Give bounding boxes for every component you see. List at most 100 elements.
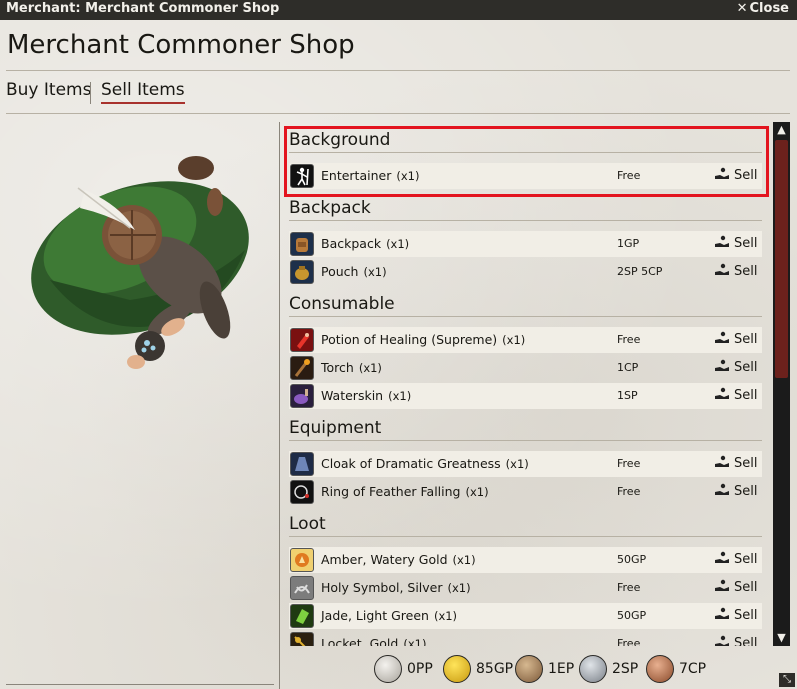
section-title: Consumable <box>289 294 395 314</box>
item-name: Locket, Gold (x1) <box>321 636 427 646</box>
sell-label: Sell <box>734 360 758 375</box>
currency-value: 85GP <box>476 661 514 677</box>
hand-coin-icon <box>715 579 729 591</box>
item-price: Free <box>617 581 641 594</box>
section-header-loot: Loot <box>289 510 762 537</box>
sell-button[interactable]: Sell <box>714 387 757 403</box>
item-name: Potion of Healing (Supreme) (x1) <box>321 332 526 347</box>
gold-coin-icon <box>443 655 471 683</box>
divider <box>6 684 274 685</box>
sell-label: Sell <box>734 552 758 567</box>
shop-title: Merchant Commoner Shop <box>7 30 355 60</box>
section-title: Loot <box>289 514 326 534</box>
electrum-coin-icon <box>515 655 543 683</box>
item-price: 1GP <box>617 237 640 250</box>
sell-button[interactable]: Sell <box>714 167 757 183</box>
divider <box>6 70 790 71</box>
item-price: Free <box>617 169 641 182</box>
close-icon: ✕ <box>736 1 748 16</box>
hand-coin-icon <box>715 455 729 467</box>
section-title: Backpack <box>289 198 371 218</box>
item-row-cloak[interactable]: Cloak of Dramatic Greatness (x1) Free Sel… <box>289 451 762 477</box>
copper-coin-icon <box>646 655 674 683</box>
hand-coin-icon <box>715 635 729 646</box>
item-row-locket[interactable]: Locket, Gold (x1) Free Sell <box>289 631 762 646</box>
item-price: Free <box>617 637 641 646</box>
locket-icon <box>290 632 314 646</box>
item-row-pouch[interactable]: Pouch (x1) 2SP 5CP Sell <box>289 259 762 285</box>
scroll-down-arrow-icon[interactable]: ▼ <box>773 630 790 646</box>
section-header-consumable: Consumable <box>289 290 762 317</box>
section-header-background: Background <box>289 126 762 153</box>
sell-button[interactable]: Sell <box>714 263 757 279</box>
sell-label: Sell <box>734 484 758 499</box>
sell-button[interactable]: Sell <box>714 331 757 347</box>
panel-divider <box>279 122 280 689</box>
sell-button[interactable]: Sell <box>714 551 757 567</box>
currency-value: 7CP <box>679 661 707 677</box>
item-row-waterskin[interactable]: Waterskin (x1) 1SP Sell <box>289 383 762 409</box>
sell-button[interactable]: Sell <box>714 235 757 251</box>
sell-label: Sell <box>734 580 758 595</box>
entertainer-icon <box>290 164 314 188</box>
item-row-ring[interactable]: Ring of Feather Falling (x1) Free Sell <box>289 479 762 505</box>
scrollbar-thumb[interactable] <box>775 140 788 378</box>
waterskin-icon <box>290 384 314 408</box>
hand-coin-icon <box>715 607 729 619</box>
item-price: 1CP <box>617 361 639 374</box>
item-name: Ring of Feather Falling (x1) <box>321 484 489 499</box>
section-header-backpack: Backpack <box>289 194 762 221</box>
window-titlebar: Merchant: Merchant Commoner Shop ✕ Close <box>0 0 797 20</box>
item-row-holy-symbol[interactable]: Holy Symbol, Silver (x1) Free Sell <box>289 575 762 601</box>
tab-buy-items[interactable]: Buy Items <box>6 80 91 100</box>
section-title: Background <box>289 130 391 150</box>
sell-label: Sell <box>734 168 758 183</box>
item-row-torch[interactable]: Torch (x1) 1CP Sell <box>289 355 762 381</box>
divider <box>6 113 790 114</box>
sell-label: Sell <box>734 456 758 471</box>
tab-separator <box>90 82 91 104</box>
hand-coin-icon <box>715 551 729 563</box>
item-row-amber[interactable]: Amber, Watery Gold (x1) 50GP Sell <box>289 547 762 573</box>
resize-handle-icon[interactable]: ⤡ <box>779 673 795 687</box>
scroll-up-arrow-icon[interactable]: ▲ <box>773 122 790 138</box>
merchant-portrait <box>10 130 270 390</box>
sell-button[interactable]: Sell <box>714 483 757 499</box>
sell-button[interactable]: Sell <box>714 579 757 595</box>
item-row-backpack[interactable]: Backpack (x1) 1GP Sell <box>289 231 762 257</box>
hand-coin-icon <box>715 263 729 275</box>
item-price: 50GP <box>617 553 647 566</box>
currency-value: 2SP <box>612 661 639 677</box>
hand-coin-icon <box>715 387 729 399</box>
hand-coin-icon <box>715 331 729 343</box>
item-row-potion[interactable]: Potion of Healing (Supreme) (x1) Free Sel… <box>289 327 762 353</box>
currency-value: 1EP <box>548 661 575 677</box>
sell-button[interactable]: Sell <box>714 359 757 375</box>
potion-icon <box>290 328 314 352</box>
item-row-entertainer[interactable]: Entertainer (x1) Free Sell <box>289 163 762 189</box>
item-price: Free <box>617 485 641 498</box>
item-price: 2SP 5CP <box>617 265 663 278</box>
cloak-icon <box>290 452 314 476</box>
close-button[interactable]: ✕ Close <box>737 1 789 16</box>
hand-coin-icon <box>715 167 729 179</box>
item-name: Backpack (x1) <box>321 236 410 251</box>
jade-icon <box>290 604 314 628</box>
window-title: Merchant: Merchant Commoner Shop <box>6 1 280 16</box>
sell-label: Sell <box>734 236 758 251</box>
sell-label: Sell <box>734 636 758 646</box>
item-price: Free <box>617 333 641 346</box>
sell-button[interactable]: Sell <box>714 455 757 471</box>
item-name: Pouch (x1) <box>321 264 387 279</box>
item-name: Jade, Light Green (x1) <box>321 608 458 623</box>
sell-items-list: Background Entertainer (x1) Free Sell Bac… <box>289 126 762 646</box>
tab-sell-items[interactable]: Sell Items <box>101 80 185 104</box>
section-title: Equipment <box>289 418 382 438</box>
item-price: Free <box>617 457 641 470</box>
sell-button[interactable]: Sell <box>714 607 757 623</box>
section-header-equipment: Equipment <box>289 414 762 441</box>
item-row-jade[interactable]: Jade, Light Green (x1) 50GP Sell <box>289 603 762 629</box>
sell-label: Sell <box>734 264 758 279</box>
sell-button[interactable]: Sell <box>714 635 757 646</box>
torch-icon <box>290 356 314 380</box>
